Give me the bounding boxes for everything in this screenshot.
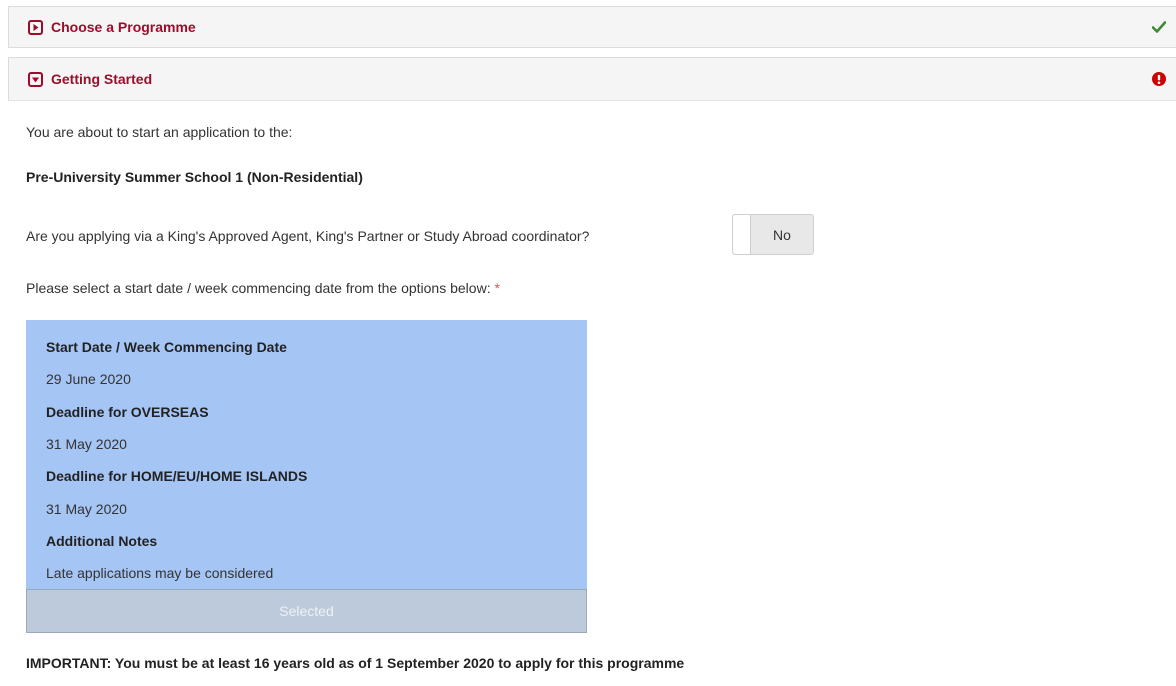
agent-toggle[interactable]: No — [732, 214, 814, 255]
start-date-value: 29 June 2020 — [46, 371, 131, 388]
programme-name: Pre-University Summer School 1 (Non-Resi… — [26, 169, 363, 185]
panel-title: Choose a Programme — [51, 19, 196, 35]
agent-question: Are you applying via a King's Approved A… — [26, 228, 590, 244]
overseas-deadline-value: 31 May 2020 — [46, 436, 127, 453]
toggle-state: No — [773, 226, 791, 243]
date-option-card[interactable]: Start Date / Week Commencing Date 29 Jun… — [26, 320, 587, 634]
home-deadline-label: Deadline for HOME/EU/HOME ISLANDS — [46, 468, 308, 485]
expand-icon — [28, 19, 43, 35]
collapse-icon — [28, 71, 43, 87]
additional-notes-label: Additional Notes — [46, 532, 158, 549]
exclamation-icon — [1152, 72, 1166, 86]
home-deadline-value: 31 May 2020 — [46, 500, 127, 517]
start-date-label: Start Date / Week Commencing Date — [46, 339, 287, 356]
overseas-deadline-label: Deadline for OVERSEAS — [46, 403, 209, 420]
panel-title: Getting Started — [51, 71, 153, 87]
panel-header-choose-programme[interactable]: Choose a Programme — [8, 6, 1176, 48]
date-prompt-text: Please select a start date / week commen… — [26, 280, 491, 296]
required-marker: * — [494, 280, 500, 296]
date-prompt: Please select a start date / week commen… — [26, 280, 500, 296]
additional-notes-value: Late applications may be considered — [46, 565, 274, 582]
important-notice: IMPORTANT: You must be at least 16 years… — [26, 655, 685, 671]
toggle-knob — [733, 215, 751, 254]
panel-header-getting-started[interactable]: Getting Started — [8, 57, 1176, 101]
checkmark-icon — [1152, 21, 1166, 33]
intro-text: You are about to start an application to… — [26, 124, 293, 140]
selected-button[interactable]: Selected — [26, 589, 587, 634]
